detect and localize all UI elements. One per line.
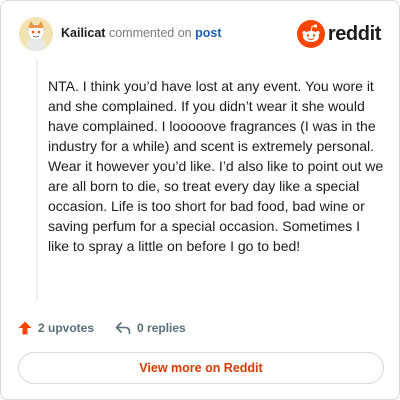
comment-embed-card: Kailicat commented on post reddit NTA. I…	[0, 0, 400, 400]
reply-count: 0 replies	[137, 321, 186, 335]
comment-username[interactable]: Kailicat	[61, 26, 105, 40]
comment-meta: Kailicat commented on post	[61, 26, 222, 40]
replies-action[interactable]: 0 replies	[114, 320, 186, 336]
comment-header: Kailicat commented on post reddit	[19, 17, 381, 51]
reddit-brand[interactable]: reddit	[296, 20, 382, 48]
reply-arrow-icon	[115, 322, 131, 335]
commented-on-text: commented on	[108, 26, 192, 40]
user-avatar[interactable]	[19, 17, 53, 51]
view-more-button[interactable]: View more on Reddit	[18, 352, 384, 384]
comment-actions: 2 upvotes 0 replies	[17, 318, 186, 338]
thread-line	[36, 59, 38, 301]
upvote-count: 2 upvotes	[38, 321, 95, 335]
upvote-arrow-icon	[18, 321, 32, 335]
upvote-action[interactable]: 2 upvotes	[17, 320, 94, 336]
post-link[interactable]: post	[195, 26, 221, 40]
reddit-logo-icon	[296, 20, 325, 48]
comment-body: NTA. I think you’d have lost at any even…	[48, 78, 384, 254]
reddit-wordmark: reddit	[327, 22, 382, 45]
avatar-snoo-icon	[19, 17, 53, 51]
